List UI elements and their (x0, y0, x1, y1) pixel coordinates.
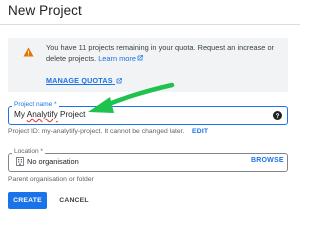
quota-message: You have 11 projects remaining in your q… (46, 43, 282, 64)
location-label: Location * (12, 148, 45, 155)
header-divider (0, 24, 300, 25)
edit-project-id-button[interactable]: EDIT (192, 128, 208, 135)
page-title: New Project (8, 3, 82, 18)
organization-icon (16, 157, 24, 166)
location-value: No organisation (27, 157, 79, 166)
quota-message-text: You have 11 projects remaining in your q… (46, 43, 275, 63)
project-id-text: Project ID: my-analytify-project. It can… (8, 128, 185, 135)
external-link-icon (137, 55, 143, 61)
project-name-label: Project name * (12, 101, 59, 108)
learn-more-link[interactable]: Learn more (98, 54, 143, 63)
cancel-button[interactable]: CANCEL (54, 192, 94, 209)
project-name-value-misspelled: Analytify (26, 110, 58, 119)
browse-button[interactable]: BROWSE (251, 157, 284, 164)
annotation-arrow (88, 82, 175, 113)
help-icon[interactable] (273, 111, 282, 120)
project-name-value[interactable]: My Analytify Project (14, 110, 85, 119)
warning-icon (23, 47, 34, 57)
create-button[interactable]: CREATE (8, 192, 47, 209)
learn-more-label[interactable]: Learn more (98, 54, 136, 63)
location-helper-text: Parent organisation or folder (8, 176, 94, 183)
project-name-value-prefix: My (14, 110, 27, 119)
